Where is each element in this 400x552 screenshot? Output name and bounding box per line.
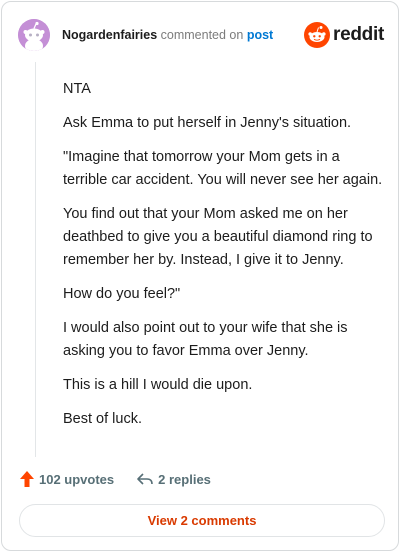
- reply-arrow-icon: [137, 473, 153, 485]
- comment-meta: Nogardenfairies commented on post: [62, 28, 273, 42]
- comment-card: Nogardenfairies commented on post reddit…: [1, 1, 399, 551]
- upvote-button[interactable]: 102 upvotes: [19, 470, 114, 488]
- username[interactable]: Nogardenfairies: [62, 28, 157, 42]
- upvote-arrow-icon: [20, 471, 34, 487]
- reply-count: 2 replies: [158, 471, 211, 487]
- comment-paragraph: I would also point out to your wife that…: [63, 320, 348, 359]
- comment-paragraph: NTA: [63, 81, 91, 97]
- reddit-logo-icon: [304, 22, 331, 48]
- reddit-wordmark: reddit: [333, 24, 384, 45]
- reddit-brand[interactable]: reddit: [304, 22, 384, 48]
- comment-header: Nogardenfairies commented on post reddit: [18, 18, 384, 52]
- user-avatar[interactable]: [18, 19, 50, 51]
- thread-line: [35, 62, 36, 457]
- comment-paragraph: This is a hill I would die upon.: [63, 377, 253, 393]
- snoo-avatar-icon: [18, 19, 50, 51]
- comment-paragraph: "Imagine that tomorrow your Mom gets in …: [63, 149, 383, 188]
- comment-paragraph: Ask Emma to put herself in Jenny's situa…: [63, 115, 352, 131]
- action-text: commented on: [160, 28, 244, 42]
- view-comments-button[interactable]: View 2 comments: [19, 504, 385, 537]
- comment-body: NTA Ask Emma to put herself in Jenny's s…: [63, 78, 385, 442]
- upvote-count: 102 upvotes: [39, 471, 115, 487]
- comment-paragraph: Best of luck.: [63, 411, 142, 427]
- comment-paragraph: You find out that your Mom asked me on h…: [63, 206, 373, 268]
- post-link[interactable]: post: [247, 28, 273, 42]
- comment-actions: 102 upvotes 2 replies: [19, 470, 211, 488]
- comment-paragraph: How do you feel?": [63, 286, 181, 302]
- replies-button[interactable]: 2 replies: [136, 471, 211, 487]
